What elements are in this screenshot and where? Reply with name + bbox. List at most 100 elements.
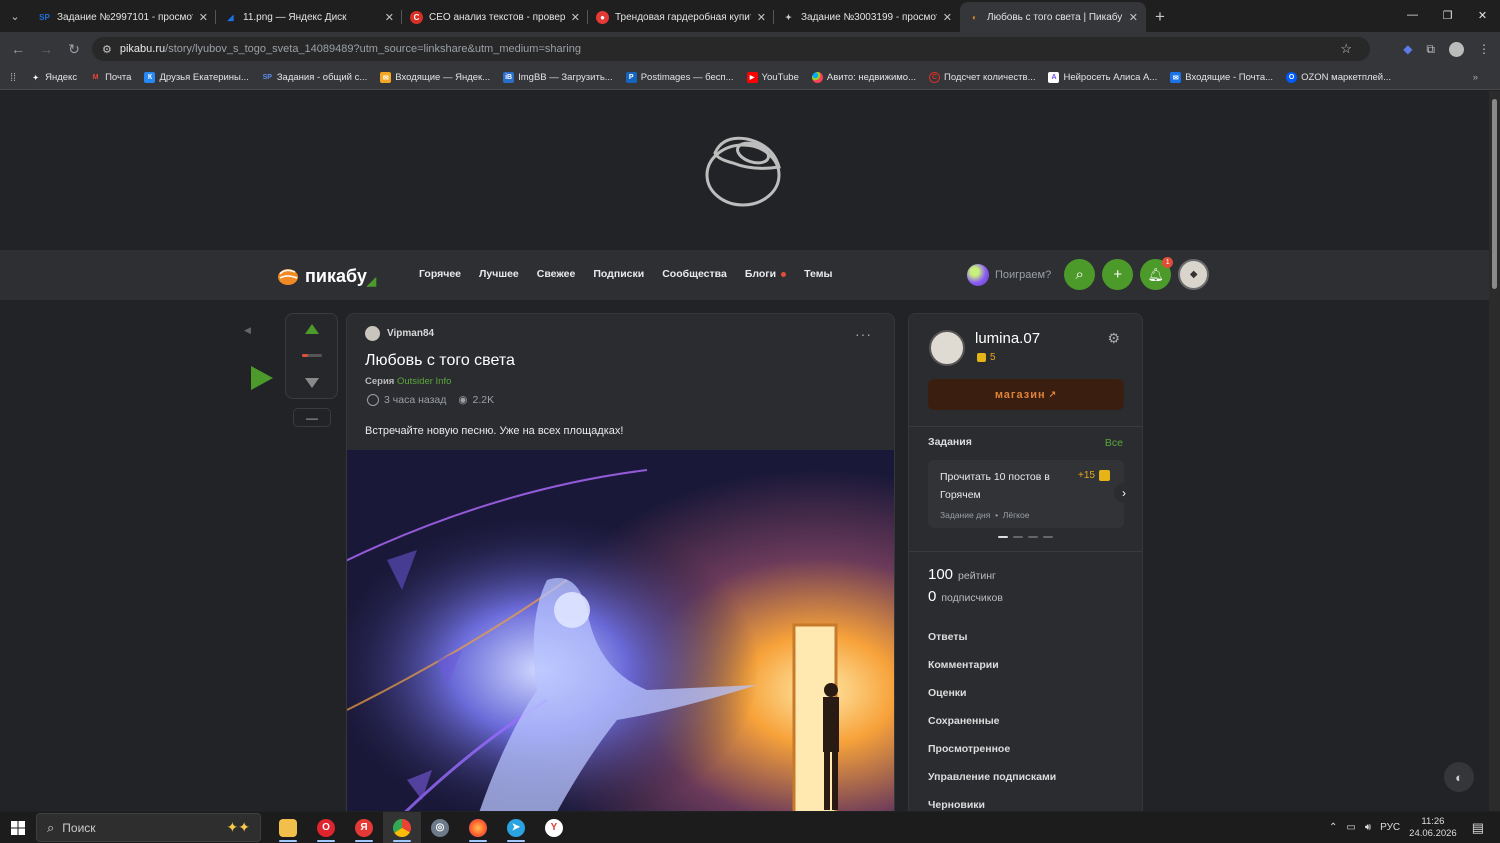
close-tab-icon[interactable]: ✕ <box>757 11 766 24</box>
sidebar-username[interactable]: lumina.07 <box>975 330 1040 347</box>
link-replies[interactable]: Ответы <box>928 631 1056 647</box>
taskbar-explorer[interactable] <box>269 812 307 843</box>
tab-search-icon[interactable]: ⌄ <box>0 0 30 32</box>
next-task-chevron-icon[interactable]: › <box>1114 483 1134 503</box>
nav-communities[interactable]: Сообщества <box>662 268 727 280</box>
play-triangle-icon[interactable] <box>251 366 273 390</box>
tasks-all-link[interactable]: Все <box>1105 437 1123 449</box>
notifications-icon[interactable]: ▤ <box>1472 820 1484 836</box>
close-tab-icon[interactable]: ✕ <box>571 11 580 24</box>
nav-fresh[interactable]: Свежее <box>537 268 576 280</box>
tab-2[interactable]: C CEO анализ текстов - проверка ✕ <box>402 2 588 32</box>
bookmark-sp[interactable]: SP Задания - общий с... <box>262 72 368 83</box>
sidebar-avatar[interactable] <box>929 330 965 366</box>
taskbar-opera[interactable]: O <box>307 812 345 843</box>
apps-grid-icon[interactable]: ⁞⁞ <box>10 72 16 84</box>
taskbar-chrome[interactable] <box>383 812 421 843</box>
taskbar-yandex[interactable]: Y <box>535 812 573 843</box>
minimize-icon[interactable]: — <box>1395 0 1430 30</box>
series-link[interactable]: Outsider Info <box>397 376 451 387</box>
menu-kebab-icon[interactable]: ⋮ <box>1478 42 1490 56</box>
collapse-post-button[interactable]: — <box>293 408 331 427</box>
new-tab-icon[interactable]: + <box>1146 2 1174 32</box>
link-drafts[interactable]: Черновики <box>928 799 1056 811</box>
tab-4[interactable]: ✦ Задание №3003199 - просмотр ✕ <box>774 2 960 32</box>
bookmark-youtube[interactable]: ▶ YouTube <box>746 72 799 83</box>
pager-dot[interactable] <box>1043 536 1053 538</box>
page-scrollbar[interactable] <box>1489 91 1500 811</box>
extension-icon[interactable]: ◆ <box>1403 42 1412 56</box>
profile-avatar-icon[interactable] <box>1449 41 1464 57</box>
bookmark-yandex[interactable]: ✦ Яндекс <box>30 72 77 83</box>
bookmark-mail[interactable]: M Почта <box>90 72 132 83</box>
nav-subscriptions[interactable]: Подписки <box>593 268 644 280</box>
more-bookmarks-icon[interactable]: » <box>1473 72 1478 83</box>
bookmark-yandex-mail[interactable]: ✉ Входящие — Яндек... <box>380 72 490 83</box>
clock[interactable]: 11:26 24.06.2026 <box>1409 816 1457 840</box>
theme-palette-icon[interactable]: ◐ <box>1444 762 1474 792</box>
pager-dot[interactable] <box>1013 536 1023 538</box>
extensions-puzzle-icon[interactable]: ⧉ <box>1426 42 1435 57</box>
shop-button[interactable]: магазин ↗ <box>928 379 1124 410</box>
link-ratings[interactable]: Оценки <box>928 687 1056 703</box>
bookmark-counter[interactable]: C Подсчет количеств... <box>929 72 1035 83</box>
taskbar-yandex-browser[interactable]: Я <box>345 812 383 843</box>
nav-hot[interactable]: Горячее <box>419 268 461 280</box>
search-button[interactable]: ⌕ <box>1064 259 1096 290</box>
link-saved[interactable]: Сохраненные <box>928 715 1056 731</box>
tab-3[interactable]: ● Трендовая гардеробная купить ✕ <box>588 2 774 32</box>
nav-topics[interactable]: Темы <box>804 268 832 280</box>
bookmark-alice[interactable]: A Нейросеть Алиса А... <box>1048 72 1157 83</box>
close-window-icon[interactable]: ✕ <box>1465 0 1500 30</box>
close-tab-icon[interactable]: ✕ <box>943 11 952 24</box>
network-icon[interactable]: ▭ <box>1346 822 1355 833</box>
forward-icon[interactable]: → <box>32 41 60 57</box>
pikabu-logo[interactable]: пикабу ◢ <box>277 264 376 288</box>
play-button[interactable]: Поиграем? <box>967 263 1051 286</box>
bookmark-ozon[interactable]: O OZON маркетплей... <box>1286 72 1391 83</box>
taskbar-search[interactable]: ⌕ Поиск ✦✦ <box>36 813 261 842</box>
downvote-icon[interactable] <box>305 378 319 388</box>
reload-icon[interactable]: ↻ <box>60 41 88 58</box>
tray-chevron-icon[interactable]: ⌃ <box>1329 822 1337 833</box>
volume-icon[interactable]: 🔊︎ <box>1365 822 1371 833</box>
add-post-button[interactable]: + <box>1102 259 1134 290</box>
more-options-icon[interactable]: ··· <box>855 326 872 342</box>
pager-dot[interactable] <box>1028 536 1038 538</box>
user-avatar[interactable]: ◆ <box>1178 259 1210 290</box>
task-card[interactable]: Прочитать 10 постов в Горячем +15 Задани… <box>928 460 1134 528</box>
address-bar[interactable]: ⚙ pikabu.ru/story/lyubov_s_togo_sveta_14… <box>92 37 1370 61</box>
scrollbar-thumb[interactable] <box>1492 99 1497 289</box>
tab-5-active[interactable]: ◐ Любовь с того света | Пикабу ✕ <box>960 2 1146 32</box>
post-title[interactable]: Любовь с того света <box>365 352 515 370</box>
bookmark-vk[interactable]: К Друзья Екатерины... <box>144 72 249 83</box>
tab-1[interactable]: ◢ 11.png — Яндекс Диск ✕ <box>216 2 402 32</box>
bookmark-star-icon[interactable]: ☆ <box>1340 41 1352 57</box>
link-comments[interactable]: Комментарии <box>928 659 1056 675</box>
bookmark-outlook[interactable]: ✉ Входящие - Почта... <box>1170 72 1273 83</box>
post-author[interactable]: Vipman84 <box>365 326 434 341</box>
nav-best[interactable]: Лучшее <box>479 268 519 280</box>
settings-gear-icon[interactable]: ⚙ <box>1107 330 1120 347</box>
nav-blogs-wrap[interactable]: Блоги <box>745 268 787 280</box>
bookmark-postimages[interactable]: P Postimages — бесп... <box>625 72 734 83</box>
upvote-icon[interactable] <box>305 324 319 334</box>
close-tab-icon[interactable]: ✕ <box>385 11 394 24</box>
close-tab-icon[interactable]: ✕ <box>199 11 208 24</box>
restore-icon[interactable]: ❐ <box>1430 0 1465 30</box>
site-info-icon[interactable]: ⚙ <box>102 43 112 56</box>
pager-dot[interactable] <box>998 536 1008 538</box>
tab-0[interactable]: SP Задание №2997101 - просмотр ✕ <box>30 2 216 32</box>
taskbar-telegram[interactable]: ➤ <box>497 812 535 843</box>
start-button[interactable] <box>0 812 36 843</box>
link-viewed[interactable]: Просмотренное <box>928 743 1056 759</box>
back-icon[interactable]: ← <box>4 41 32 57</box>
language-indicator[interactable]: РУС <box>1380 822 1400 833</box>
collapse-arrow-icon[interactable]: ◀ <box>244 325 251 336</box>
notifications-button[interactable]: 🔔︎ 1 <box>1140 257 1174 290</box>
bookmark-avito[interactable]: Авито: недвижимо... <box>811 72 916 83</box>
bookmark-imgbb[interactable]: iB ImgBB — Загрузить... <box>503 72 613 83</box>
taskbar-app[interactable]: ◎ <box>421 812 459 843</box>
close-tab-icon[interactable]: ✕ <box>1129 11 1138 24</box>
taskbar-firefox[interactable] <box>459 812 497 843</box>
